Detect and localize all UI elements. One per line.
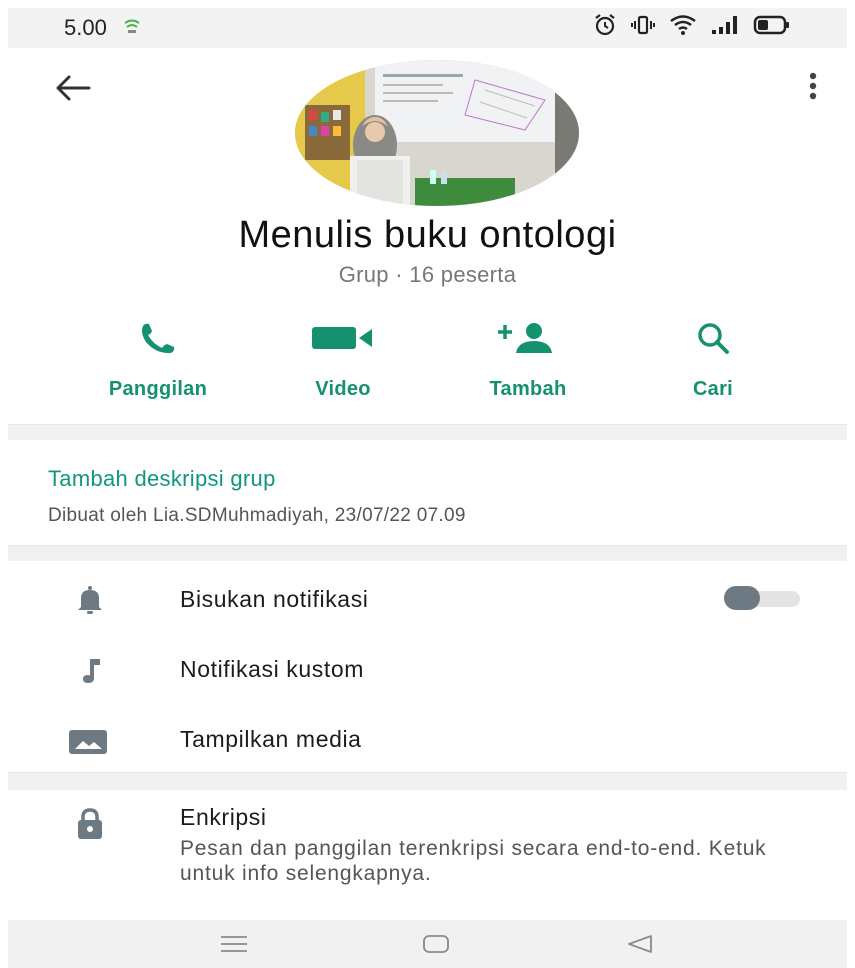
search-label: Cari <box>692 378 734 400</box>
search-icon <box>698 323 729 354</box>
group-header: Menulis buku ontologi Grup · 16 peserta … <box>0 48 855 418</box>
video-icon <box>312 327 372 349</box>
custom-notifications-row[interactable]: Notifikasi kustom <box>0 638 855 698</box>
toggle-knob <box>724 586 760 610</box>
alarm-icon <box>593 14 617 42</box>
media-label: Tampilkan media <box>180 726 362 752</box>
recents-button[interactable] <box>214 928 254 960</box>
media-row[interactable]: Tampilkan media <box>0 708 855 768</box>
back-triangle-icon <box>628 935 652 953</box>
back-nav-button[interactable] <box>620 928 660 960</box>
section-divider <box>8 545 847 561</box>
status-time: 5.00 <box>64 15 107 40</box>
home-icon <box>423 935 449 953</box>
mute-label: Bisukan notifikasi <box>180 586 369 612</box>
created-info: Dibuat oleh Lia.SDMuhmadiyah, 23/07/22 0… <box>48 505 466 526</box>
arrow-left-icon <box>56 75 91 101</box>
status-left: 5.00 <box>64 15 141 41</box>
lock-icon <box>78 808 102 839</box>
notification-icon <box>123 15 141 41</box>
wifi-icon <box>669 14 697 42</box>
video-button[interactable]: Video <box>253 318 433 404</box>
encryption-description: Pesan dan panggilan terenkripsi secara e… <box>180 837 767 885</box>
add-label: Tambah <box>489 378 567 400</box>
custom-notifications-label: Notifikasi kustom <box>180 656 365 682</box>
group-name: Menulis buku ontologi <box>238 214 617 256</box>
group-subtitle: Grup · 16 peserta <box>338 262 517 287</box>
call-label: Panggilan <box>108 378 208 400</box>
more-vertical-icon <box>809 72 817 100</box>
phone-icon <box>142 323 175 354</box>
back-button[interactable] <box>50 68 96 108</box>
more-options-button[interactable] <box>796 66 830 106</box>
system-nav-bar <box>8 920 847 968</box>
call-button[interactable]: Panggilan <box>68 318 248 404</box>
add-participant-button[interactable]: Tambah <box>438 318 618 404</box>
signal-icon <box>711 15 739 41</box>
status-bar: 5.00 <box>8 8 847 48</box>
battery-icon <box>753 15 791 41</box>
recents-icon <box>221 936 247 952</box>
video-label: Video <box>315 378 371 400</box>
section-divider <box>8 424 847 440</box>
status-right <box>593 14 791 42</box>
home-button[interactable] <box>416 928 456 960</box>
mute-toggle[interactable] <box>722 586 802 610</box>
encryption-title: Enkripsi <box>180 804 267 830</box>
section-divider <box>8 772 847 790</box>
music-note-icon <box>83 659 100 683</box>
add-description-link[interactable]: Tambah deskripsi grup <box>48 466 276 492</box>
group-avatar[interactable] <box>295 60 579 206</box>
vibrate-icon <box>631 15 655 41</box>
search-button[interactable]: Cari <box>623 318 803 404</box>
image-icon <box>69 730 107 754</box>
add-person-icon <box>498 323 552 353</box>
action-bar: Panggilan Video Tambah Cari <box>0 318 855 408</box>
bell-icon <box>78 586 102 614</box>
